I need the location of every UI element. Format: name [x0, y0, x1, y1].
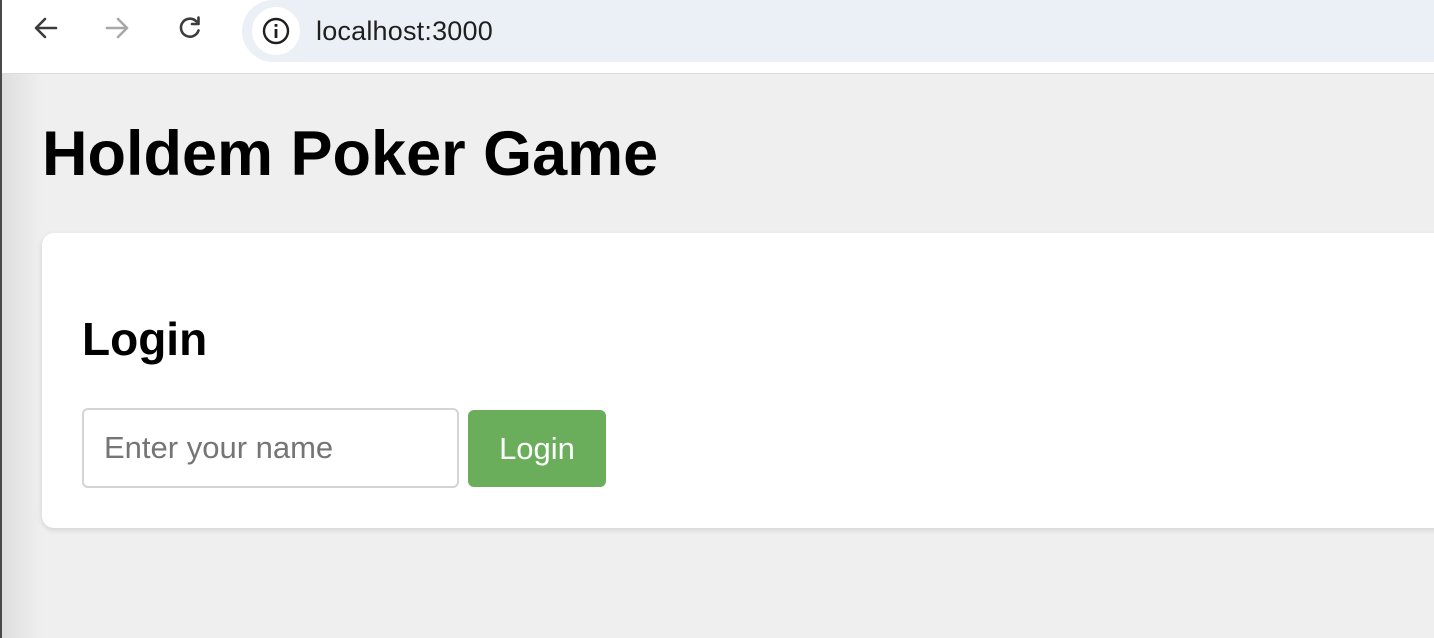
- name-input[interactable]: [82, 408, 459, 488]
- window-edge: [0, 0, 2, 638]
- browser-toolbar: localhost:3000: [0, 0, 1434, 74]
- url-text[interactable]: localhost:3000: [316, 16, 493, 47]
- info-icon: [262, 17, 290, 45]
- address-bar[interactable]: localhost:3000: [242, 0, 1434, 62]
- login-card: Login Login: [42, 233, 1434, 528]
- arrow-right-icon: [105, 17, 129, 39]
- page-title: Holdem Poker Game: [42, 119, 659, 189]
- reload-button[interactable]: [172, 10, 208, 46]
- reload-icon: [179, 16, 200, 38]
- site-info-button[interactable]: [252, 7, 300, 55]
- back-button[interactable]: [28, 10, 64, 46]
- arrow-left-icon: [34, 17, 58, 39]
- login-heading: Login: [82, 313, 208, 365]
- window-shadow: [2, 74, 42, 638]
- forward-button[interactable]: [99, 10, 135, 46]
- login-button[interactable]: Login: [468, 410, 606, 487]
- browser-window: localhost:3000 Holdem Poker Game Login L…: [0, 0, 1434, 638]
